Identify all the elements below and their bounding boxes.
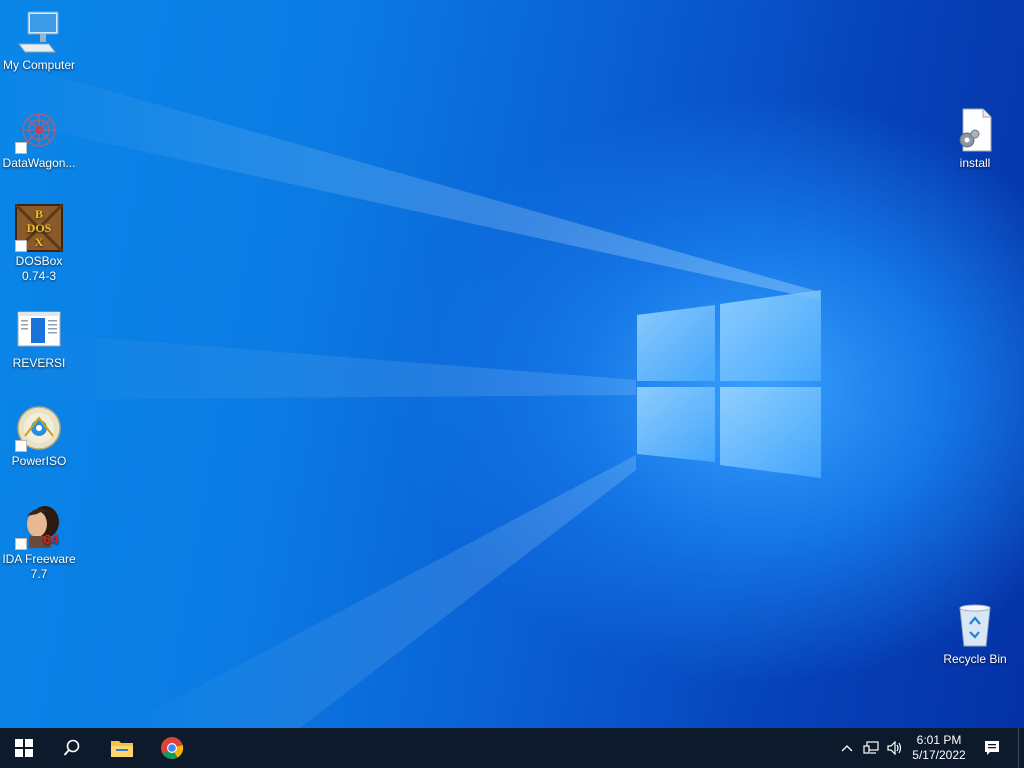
desktop-icon-ida-freeware[interactable]: 64 IDA Freeware 7.7: [0, 502, 78, 582]
action-center-button[interactable]: [978, 728, 1006, 768]
speaker-icon: [887, 741, 902, 755]
desktop-icon-label: REVERSI: [12, 356, 66, 370]
search-icon: [63, 739, 80, 756]
svg-text:64: 64: [43, 531, 59, 547]
taskbar-file-explorer[interactable]: [98, 728, 146, 768]
dosbox-icon: B DOS X: [14, 203, 64, 253]
settings-file-icon: [951, 106, 999, 154]
desktop-icon-label: DataWagon...: [2, 156, 76, 170]
show-hidden-icons-button[interactable]: [838, 728, 856, 768]
windows-logo-icon: [637, 290, 821, 478]
desktop-icon-dosbox[interactable]: B DOS X DOSBox 0.74-3: [0, 203, 78, 284]
clock-date: 5/17/2022: [912, 748, 966, 762]
svg-text:DOS: DOS: [27, 221, 52, 235]
desktop-icon-label: Recycle Bin: [943, 652, 1007, 666]
desktop-icon-label: 7.7: [30, 567, 48, 581]
disc-icon: [15, 404, 63, 452]
desktop-icon-label: DOSBox: [15, 254, 63, 268]
notification-icon: [985, 741, 999, 755]
search-button[interactable]: [48, 728, 96, 768]
shortcut-arrow-icon: [15, 538, 27, 550]
shortcut-arrow-icon: [15, 440, 27, 452]
windows-start-icon: [15, 739, 33, 757]
datawagon-icon: [15, 106, 63, 154]
desktop-icon-install[interactable]: install: [936, 106, 1014, 171]
desktop-icon-label: 0.74-3: [21, 269, 57, 283]
desktop: My Computer DataWagon... B DOS X DOSBox …: [0, 0, 1024, 728]
volume-button[interactable]: [884, 728, 906, 768]
network-icon: [863, 741, 879, 754]
desktop-icon-datawagon[interactable]: DataWagon...: [0, 106, 78, 171]
desktop-icon-label: My Computer: [2, 58, 76, 72]
desktop-icon-my-computer[interactable]: My Computer: [0, 8, 78, 73]
shortcut-arrow-icon: [15, 142, 27, 154]
window-app-icon: [15, 306, 63, 354]
desktop-icon-recycle-bin[interactable]: Recycle Bin: [936, 602, 1014, 667]
desktop-icon-label: IDA Freeware: [2, 552, 76, 566]
clock[interactable]: 6:01 PM 5/17/2022: [908, 728, 970, 768]
clock-time: 6:01 PM: [916, 733, 962, 747]
chevron-up-icon: [841, 745, 853, 752]
shortcut-arrow-icon: [15, 240, 27, 252]
svg-text:B: B: [35, 207, 43, 221]
network-button[interactable]: [860, 728, 882, 768]
desktop-icon-poweriso[interactable]: PowerISO: [0, 404, 78, 469]
start-button[interactable]: [0, 728, 48, 768]
folder-icon: [111, 741, 133, 757]
svg-text:X: X: [35, 235, 44, 249]
desktop-icon-label: PowerISO: [11, 454, 67, 468]
computer-icon: [15, 8, 63, 56]
recycle-bin-icon: [951, 602, 999, 650]
taskbar-chrome[interactable]: [148, 728, 196, 768]
chrome-icon: [161, 737, 184, 759]
taskbar: 6:01 PM 5/17/2022: [0, 728, 1024, 768]
show-desktop-button[interactable]: [1018, 728, 1024, 768]
ida-icon: 64: [15, 502, 63, 550]
desktop-icon-reversi[interactable]: REVERSI: [0, 306, 78, 371]
wallpaper: [0, 60, 821, 728]
desktop-icon-label: install: [959, 156, 991, 170]
